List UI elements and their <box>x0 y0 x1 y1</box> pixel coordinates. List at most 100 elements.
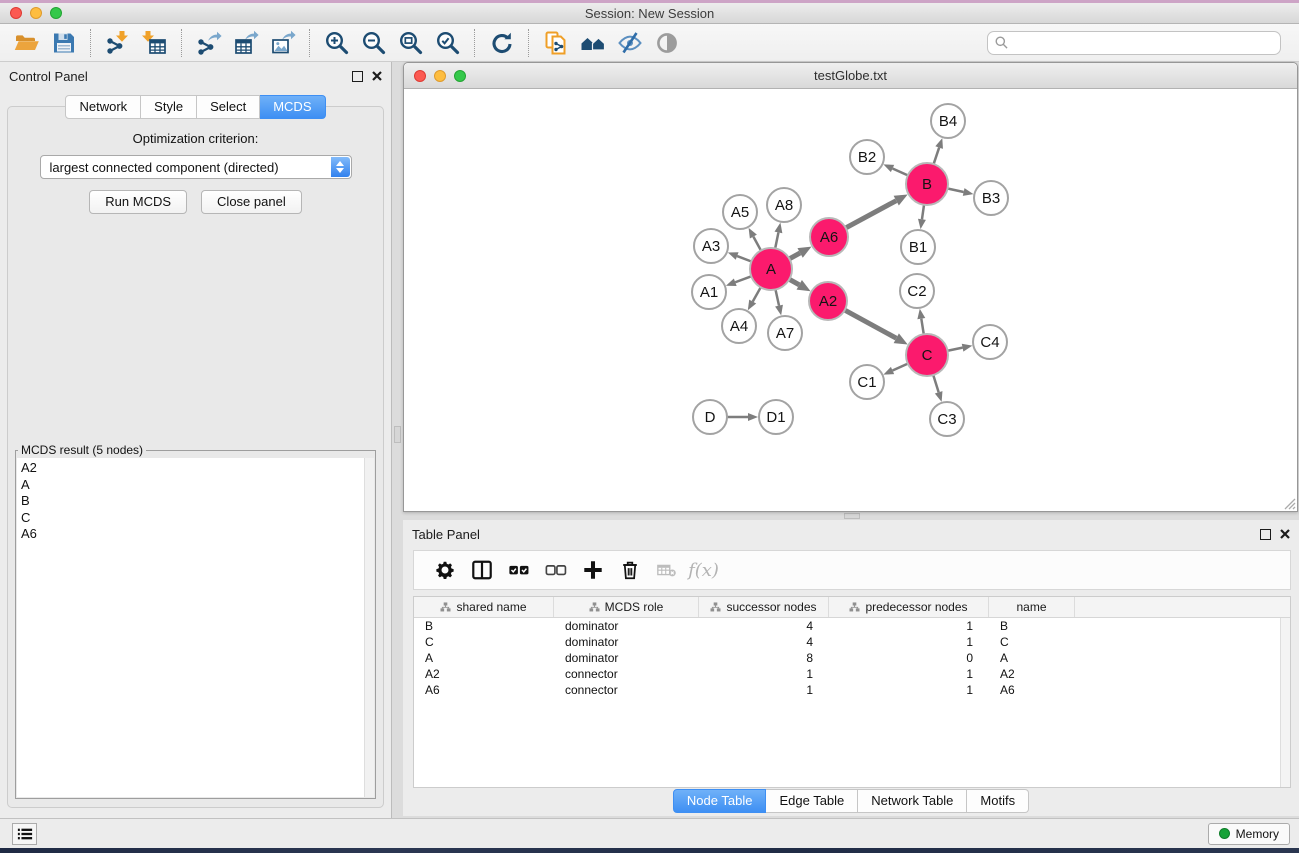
close-table-panel-icon[interactable] <box>1280 529 1290 539</box>
graph-edge-A-A4[interactable] <box>753 287 761 301</box>
table-row[interactable]: Bdominator41B <box>414 618 1290 634</box>
table-row[interactable]: Cdominator41C <box>414 634 1290 650</box>
graph-node-A7[interactable]: A7 <box>768 316 802 350</box>
network-window-titlebar[interactable]: testGlobe.txt <box>404 63 1297 89</box>
graph-node-B4[interactable]: B4 <box>931 104 965 138</box>
show-all-button[interactable] <box>648 27 685 59</box>
vertical-splitter-handle[interactable] <box>394 426 401 443</box>
float-table-panel-icon[interactable] <box>1260 529 1271 540</box>
graph-edge-A-A5[interactable] <box>753 237 761 251</box>
first-neighbors-button[interactable] <box>574 27 611 59</box>
search-box[interactable] <box>987 31 1281 55</box>
tab-network-table[interactable]: Network Table <box>858 789 967 813</box>
mcds-result-item[interactable]: A2 <box>21 460 374 477</box>
table-options-button[interactable] <box>426 555 463 585</box>
search-input[interactable] <box>1013 36 1273 50</box>
graph-edge-A-A3[interactable] <box>737 256 751 261</box>
mcds-result-item[interactable]: C <box>21 510 374 527</box>
resize-grip-icon[interactable] <box>1282 496 1296 510</box>
column-header-shared-name[interactable]: shared name <box>414 597 554 617</box>
export-table-button[interactable] <box>227 27 264 59</box>
column-header-successor-nodes[interactable]: successor nodes <box>699 597 829 617</box>
tab-edge-table[interactable]: Edge Table <box>766 789 858 813</box>
graph-node-B1[interactable]: B1 <box>901 230 935 264</box>
table-scrollbar[interactable] <box>1280 618 1290 787</box>
column-header-predecessor-nodes[interactable]: predecessor nodes <box>829 597 989 617</box>
horizontal-splitter-handle[interactable] <box>844 513 860 519</box>
graph-node-B3[interactable]: B3 <box>974 181 1008 215</box>
graph-node-D[interactable]: D <box>693 400 727 434</box>
column-header-name[interactable]: name <box>989 597 1075 617</box>
table-row[interactable]: A2connector11A2 <box>414 666 1290 682</box>
clone-network-button[interactable] <box>537 27 574 59</box>
graph-edge-A-A8[interactable] <box>775 232 778 248</box>
float-panel-icon[interactable] <box>352 71 363 82</box>
graph-edge-A-A7[interactable] <box>775 290 779 306</box>
graph-node-C3[interactable]: C3 <box>930 402 964 436</box>
select-all-button[interactable] <box>500 555 537 585</box>
tab-motifs[interactable]: Motifs <box>967 789 1029 813</box>
graph-edge-C-C3[interactable] <box>933 375 938 392</box>
graph-node-A5[interactable]: A5 <box>723 195 757 229</box>
graph-node-A8[interactable]: A8 <box>767 188 801 222</box>
graph-node-A[interactable]: A <box>750 248 792 290</box>
zoom-selected-button[interactable] <box>429 27 466 59</box>
graph-edge-C-C4[interactable] <box>948 348 963 351</box>
graph-edge-C-C2[interactable] <box>921 319 923 335</box>
tab-node-table[interactable]: Node Table <box>673 789 767 813</box>
criterion-dropdown[interactable]: largest connected component (directed) <box>40 155 352 179</box>
graph-node-A4[interactable]: A4 <box>722 309 756 343</box>
mcds-result-item[interactable]: B <box>21 493 374 510</box>
mcds-result-item[interactable]: A6 <box>21 526 374 543</box>
tab-mcds[interactable]: MCDS <box>260 95 325 119</box>
deselect-all-button[interactable] <box>537 555 574 585</box>
graph-node-C4[interactable]: C4 <box>973 325 1007 359</box>
table-row[interactable]: Adominator80A <box>414 650 1290 666</box>
tab-style[interactable]: Style <box>141 95 197 119</box>
graph-node-B[interactable]: B <box>906 163 948 205</box>
mcds-result-item[interactable]: A <box>21 477 374 494</box>
graph-node-A6[interactable]: A6 <box>810 218 848 256</box>
delete-column-button[interactable] <box>611 555 648 585</box>
import-table-button[interactable] <box>136 27 173 59</box>
graph-node-C[interactable]: C <box>906 334 948 376</box>
tab-select[interactable]: Select <box>197 95 260 119</box>
graph-node-B2[interactable]: B2 <box>850 140 884 174</box>
graph-node-A3[interactable]: A3 <box>694 229 728 263</box>
result-list-scrollbar[interactable] <box>364 458 374 797</box>
graph-node-D1[interactable]: D1 <box>759 400 793 434</box>
table-row[interactable]: A6connector11A6 <box>414 682 1290 698</box>
graph-edge-A-A6[interactable] <box>789 253 800 259</box>
add-column-button[interactable] <box>574 555 611 585</box>
graph-edge-B-B3[interactable] <box>948 188 964 192</box>
graph-node-C2[interactable]: C2 <box>900 274 934 308</box>
graph-edge-B-B4[interactable] <box>934 148 940 165</box>
tab-network[interactable]: Network <box>65 95 141 119</box>
zoom-in-button[interactable] <box>318 27 355 59</box>
export-image-button[interactable] <box>264 27 301 59</box>
task-history-button[interactable] <box>12 823 37 845</box>
graph-edge-A2-C[interactable] <box>845 310 897 338</box>
refresh-layout-button[interactable] <box>483 27 520 59</box>
show-column-panel-button[interactable] <box>463 555 500 585</box>
save-session-button[interactable] <box>45 27 82 59</box>
graph-edge-A-A1[interactable] <box>735 276 751 282</box>
close-panel-button[interactable]: Close panel <box>201 190 302 214</box>
zoom-fit-button[interactable] <box>392 27 429 59</box>
close-panel-icon[interactable] <box>372 71 382 81</box>
graph-edge-B-B2[interactable] <box>893 168 908 175</box>
network-canvas[interactable]: B4B2BB3B1A5A8A6A3AA1A2C2A4A7C4CC1C3DD1 <box>404 89 1297 511</box>
mcds-result-list[interactable]: A2ABCA6 <box>17 458 374 797</box>
zoom-out-button[interactable] <box>355 27 392 59</box>
column-header-mcds-role[interactable]: MCDS role <box>554 597 699 617</box>
graph-node-C1[interactable]: C1 <box>850 365 884 399</box>
hide-selected-button[interactable] <box>611 27 648 59</box>
import-network-button[interactable] <box>99 27 136 59</box>
node-table[interactable]: shared name MCDS role successor nodes pr… <box>413 596 1291 788</box>
export-network-button[interactable] <box>190 27 227 59</box>
graph-edge-A6-B[interactable] <box>846 201 897 228</box>
graph-edge-A-A2[interactable] <box>789 279 799 285</box>
run-mcds-button[interactable]: Run MCDS <box>89 190 187 214</box>
graph-node-A2[interactable]: A2 <box>809 282 847 320</box>
open-session-button[interactable] <box>8 27 45 59</box>
